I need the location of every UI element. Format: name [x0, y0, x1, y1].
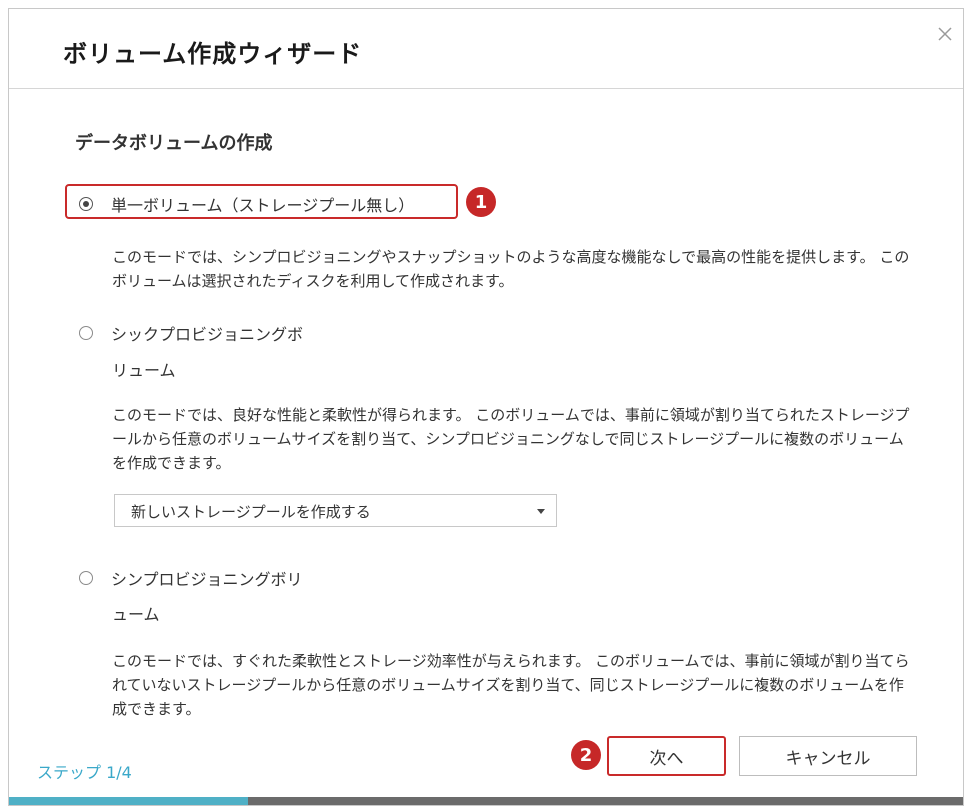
radio-thin-provisioning[interactable] — [79, 571, 93, 585]
volume-wizard-dialog: ボリューム作成ウィザード データボリュームの作成 単一ボリューム（ストレージプー… — [8, 8, 964, 806]
cancel-button[interactable]: キャンセル — [739, 736, 917, 776]
section-title: データボリュームの作成 — [75, 133, 273, 154]
step-indicator: ステップ 1/4 — [37, 763, 132, 782]
option-single-volume-label: 単一ボリューム（ストレージプール無し） — [111, 196, 415, 215]
next-button[interactable]: 次へ — [607, 736, 726, 776]
option-thick-provisioning-label: シックプロビジョニングボ — [111, 325, 304, 344]
chevron-down-icon — [537, 509, 545, 514]
close-icon[interactable] — [934, 23, 956, 45]
dialog-header: ボリューム作成ウィザード — [9, 9, 963, 89]
radio-single-volume[interactable] — [79, 197, 93, 211]
option-thin-provisioning[interactable]: シンプロビジョニングボリ — [79, 566, 303, 590]
option-thin-provisioning-description: このモードでは、すぐれた柔軟性とストレージ効率性が与えられます。 このボリューム… — [112, 652, 910, 718]
option-single-volume[interactable]: 単一ボリューム（ストレージプール無し） — [79, 192, 414, 216]
option-single-volume-description: このモードでは、シンプロビジョニングやスナップショットのような高度な機能なしで最… — [112, 248, 910, 290]
wizard-progress-bar — [9, 797, 963, 805]
radio-thick-provisioning[interactable] — [79, 326, 93, 340]
wizard-progress-fill — [9, 797, 248, 805]
option-thick-provisioning-label-cont: リューム — [112, 361, 176, 380]
option-thin-provisioning-label-cont: ューム — [112, 605, 160, 624]
option-thick-provisioning-description: このモードでは、良好な性能と柔軟性が得られます。 このボリュームでは、事前に領域… — [112, 406, 910, 472]
dialog-title: ボリューム作成ウィザード — [63, 40, 363, 68]
annotation-marker-2: 2 — [571, 740, 601, 770]
annotation-marker-1: 1 — [466, 187, 496, 217]
option-thin-provisioning-label: シンプロビジョニングボリ — [111, 570, 303, 589]
option-thick-provisioning[interactable]: シックプロビジョニングボ — [79, 321, 303, 345]
storage-pool-select[interactable]: 新しいストレージプールを作成する — [114, 494, 557, 527]
storage-pool-select-value: 新しいストレージプールを作成する — [131, 503, 371, 521]
